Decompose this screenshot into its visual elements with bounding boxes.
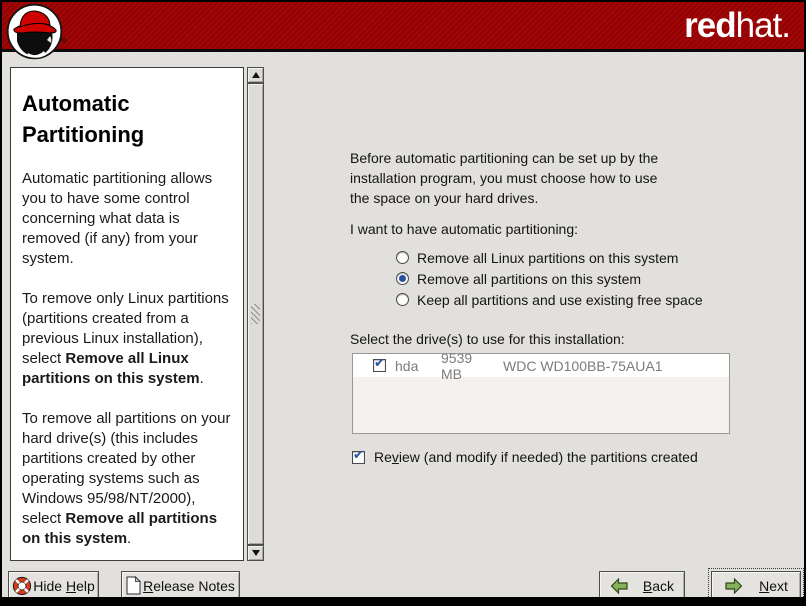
- help-panel: Automatic Partitioning Automatic partiti…: [10, 67, 244, 561]
- back-arrow-icon: [610, 578, 629, 594]
- redhat-wordmark: redhat.: [684, 6, 790, 46]
- review-checkbox-row[interactable]: ✔ Review (and modify if needed) the part…: [352, 449, 698, 465]
- radio-keep-all-partitions[interactable]: Keep all partitions and use existing fre…: [396, 289, 703, 310]
- lifebuoy-icon: [12, 576, 32, 596]
- radio-label: Remove all partitions on this system: [417, 271, 641, 287]
- document-icon: [126, 576, 141, 595]
- trademark-symbol: ®: [61, 38, 66, 45]
- review-label: Review (and modify if needed) the partit…: [374, 449, 698, 465]
- drive-select-label: Select the drive(s) to use for this inst…: [350, 331, 625, 347]
- radio-dot: [399, 275, 406, 282]
- next-arrow-icon: [724, 578, 743, 594]
- redhat-shadowman-logo: [6, 3, 63, 65]
- drive-row-hda[interactable]: ✔ hda 9539 MB WDC WD100BB-75AUA1: [353, 354, 729, 377]
- hide-help-button[interactable]: Hide Help: [8, 571, 99, 600]
- release-notes-label: Release Notes: [143, 578, 235, 594]
- help-scrollbar[interactable]: [247, 67, 264, 561]
- radio-button-icon[interactable]: [396, 272, 409, 285]
- scrollbar-thumb[interactable]: [247, 83, 264, 545]
- partitioning-prompt: I want to have automatic partitioning:: [350, 221, 578, 237]
- hide-help-label: Hide Help: [33, 578, 95, 594]
- radio-label: Remove all Linux partitions on this syst…: [417, 250, 678, 266]
- back-label: Back: [643, 578, 674, 594]
- help-title: Automatic Partitioning: [22, 88, 238, 150]
- help-paragraph-1: Automatic partitioning allows you to hav…: [22, 169, 238, 269]
- checkmark-icon: ✔: [374, 357, 385, 370]
- review-checkbox[interactable]: ✔: [352, 451, 365, 464]
- scroll-down-button[interactable]: [247, 545, 264, 561]
- partitioning-radio-group: Remove all Linux partitions on this syst…: [396, 247, 703, 310]
- intro-text: Before automatic partitioning can be set…: [350, 148, 702, 208]
- next-label: Next: [759, 578, 788, 594]
- wordmark-hat: hat.: [736, 6, 790, 45]
- radio-button-icon[interactable]: [396, 251, 409, 264]
- drive-size: 9539 MB: [441, 350, 493, 382]
- radio-remove-all-partitions[interactable]: Remove all partitions on this system: [396, 268, 703, 289]
- radio-remove-linux-partitions[interactable]: Remove all Linux partitions on this syst…: [396, 247, 703, 268]
- drive-list[interactable]: ✔ hda 9539 MB WDC WD100BB-75AUA1: [352, 353, 730, 434]
- help-paragraph-2: To remove only Linux partitions (partiti…: [22, 289, 238, 389]
- arrow-up-icon: [252, 72, 260, 78]
- drive-checkbox[interactable]: ✔: [373, 359, 386, 372]
- next-button[interactable]: Next: [711, 571, 801, 600]
- back-button[interactable]: Back: [599, 571, 685, 600]
- installer-window: ® redhat. Automatic Partitioning Automat…: [0, 0, 806, 606]
- radio-label: Keep all partitions and use existing fre…: [417, 292, 703, 308]
- checkmark-icon: ✔: [353, 449, 364, 462]
- drive-model: WDC WD100BB-75AUA1: [503, 358, 663, 374]
- release-notes-button[interactable]: Release Notes: [121, 571, 240, 600]
- scrollbar-grip: [251, 304, 260, 324]
- help-paragraph-3: To remove all partitions on your hard dr…: [22, 409, 238, 549]
- arrow-down-icon: [252, 550, 260, 556]
- wordmark-red: red: [684, 6, 735, 45]
- radio-button-icon[interactable]: [396, 293, 409, 306]
- drive-device: hda: [395, 358, 441, 374]
- scroll-up-button[interactable]: [247, 67, 264, 83]
- bottom-border: [2, 597, 804, 604]
